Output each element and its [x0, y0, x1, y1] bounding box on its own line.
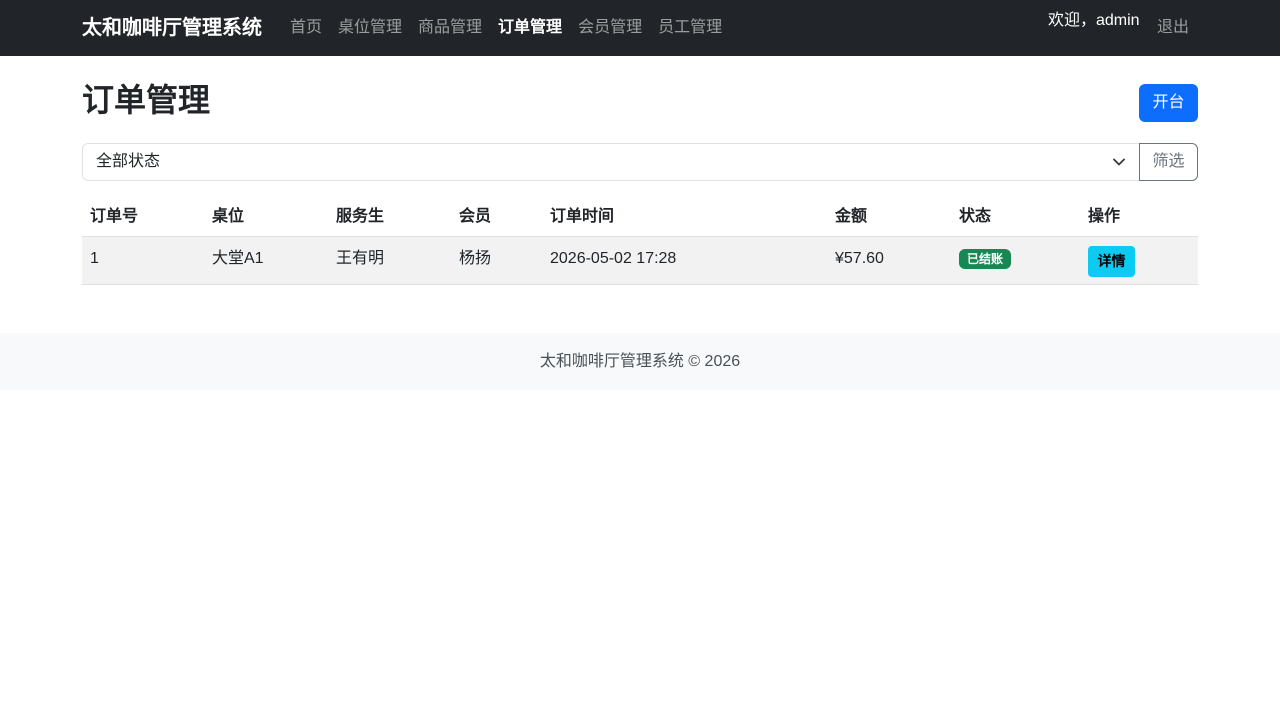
column-header-order-time: 订单时间	[550, 208, 615, 225]
welcome-text: 欢迎，admin	[1048, 12, 1140, 29]
nav-item-home[interactable]: 首页	[290, 16, 322, 40]
cell-order-time: 2026-05-02 17:28	[550, 250, 677, 267]
nav-item-products[interactable]: 商品管理	[418, 16, 482, 40]
cell-order-id: 1	[90, 250, 99, 267]
detail-button[interactable]: 详情	[1088, 246, 1135, 277]
column-header-status: 状态	[959, 208, 992, 225]
column-header-actions: 操作	[1088, 208, 1121, 225]
nav-item-staff[interactable]: 员工管理	[658, 16, 722, 40]
column-header-member: 会员	[459, 208, 492, 225]
nav-item-orders[interactable]: 订单管理	[498, 16, 562, 40]
footer-text: 太和咖啡厅管理系统 © 2026	[539, 353, 741, 370]
cell-member: 杨扬	[459, 250, 492, 267]
navbar: 太和咖啡厅管理系统 首页 桌位管理 商品管理 订单管理 会员管理 员工管理 欢迎…	[0, 0, 1280, 56]
filter-button[interactable]: 筛选	[1139, 143, 1198, 181]
nav-item-members[interactable]: 会员管理	[578, 16, 642, 40]
open-table-button[interactable]: 开台	[1139, 84, 1198, 122]
status-filter-value: 全部状态	[96, 153, 161, 170]
nav-menu: 首页 桌位管理 商品管理 订单管理 会员管理 员工管理	[290, 16, 722, 40]
logout-link[interactable]: 退出	[1157, 16, 1189, 40]
column-header-amount: 金额	[835, 208, 868, 225]
status-badge: 已结账	[959, 249, 1012, 269]
cell-amount: ¥57.60	[835, 250, 884, 267]
column-header-waiter: 服务生	[336, 208, 385, 225]
footer: 太和咖啡厅管理系统 © 2026	[0, 333, 1280, 390]
cell-table: 大堂A1	[212, 250, 264, 267]
chevron-down-icon	[1113, 158, 1125, 166]
cell-waiter: 王有明	[336, 250, 385, 267]
brand-logo-text[interactable]: 太和咖啡厅管理系统	[82, 14, 262, 42]
status-filter-select[interactable]: 全部状态	[82, 143, 1140, 181]
column-header-order-id: 订单号	[90, 208, 139, 225]
nav-item-tables[interactable]: 桌位管理	[338, 16, 402, 40]
page-title: 订单管理	[82, 82, 211, 118]
column-header-table: 桌位	[212, 208, 245, 225]
